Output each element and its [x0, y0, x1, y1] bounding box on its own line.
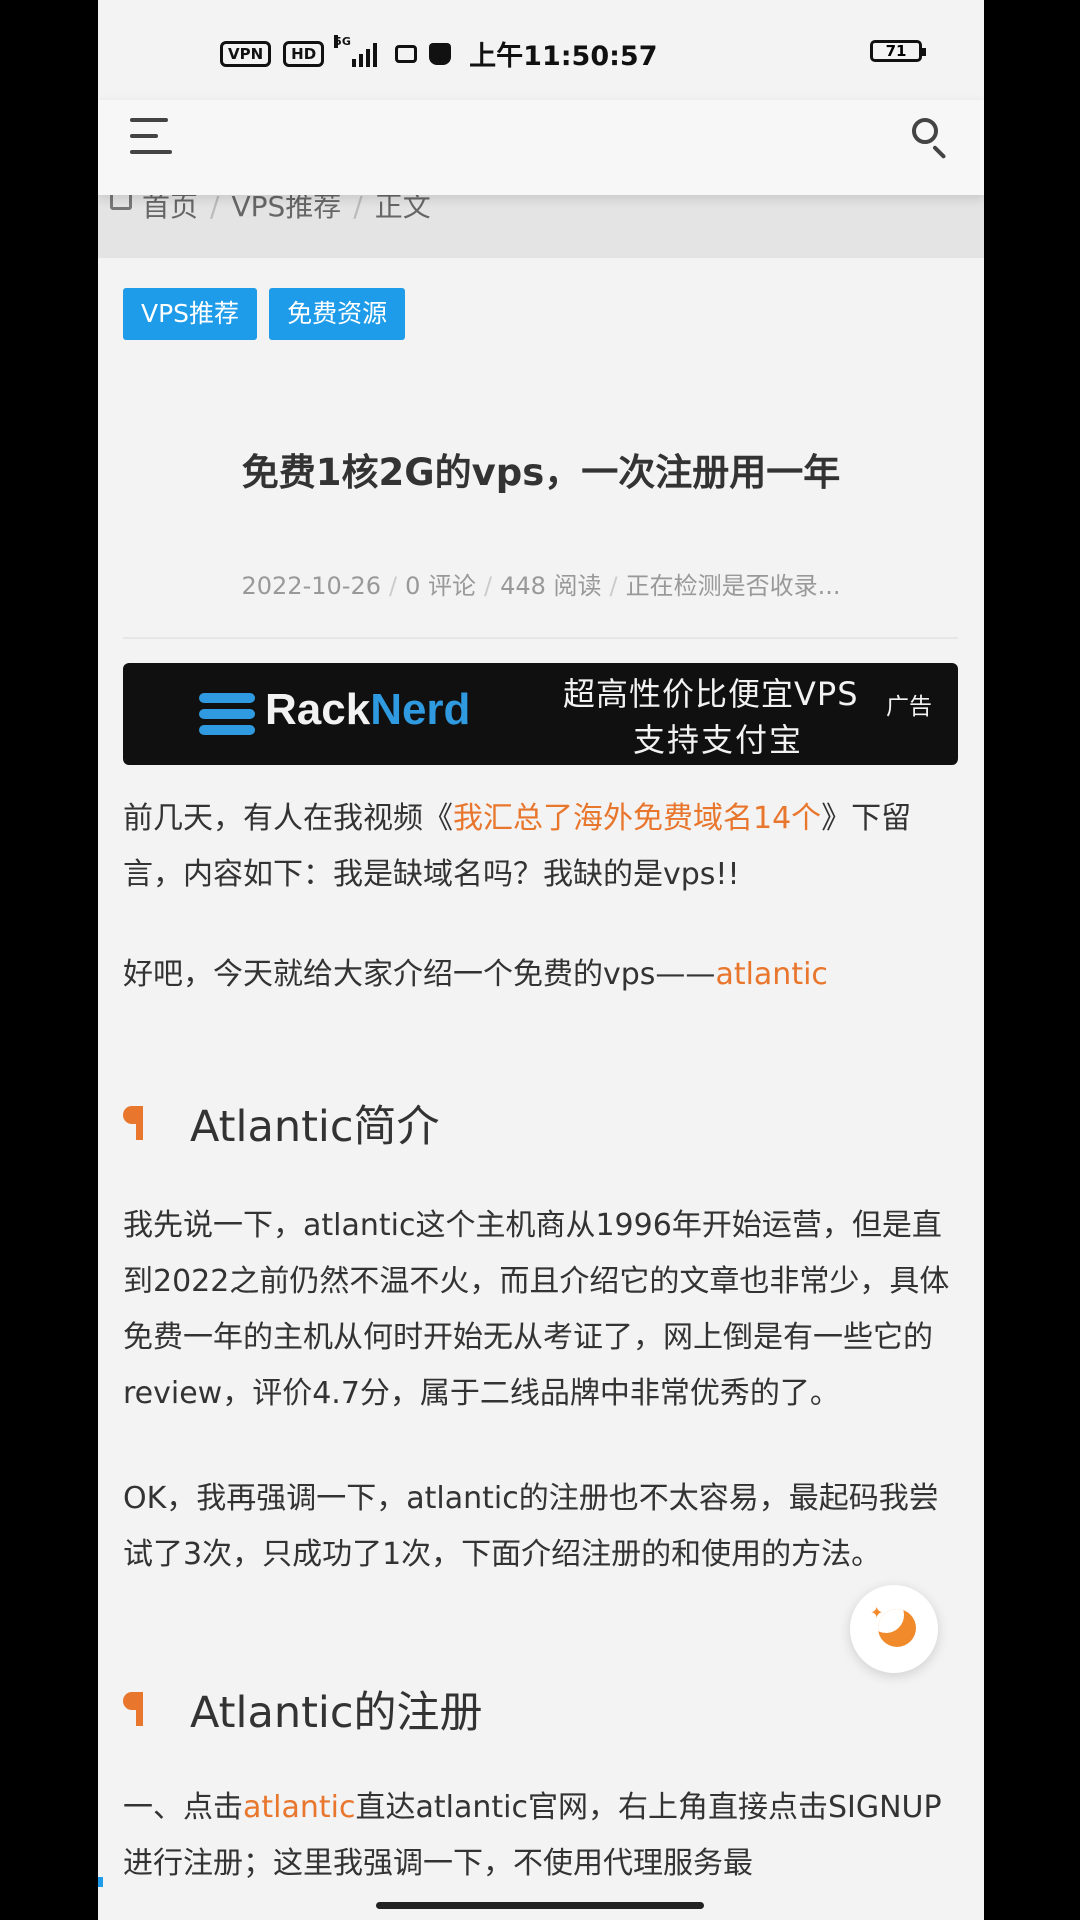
hd-icon: HD: [283, 40, 325, 67]
ad-brand: RackNerd: [265, 685, 471, 734]
paragraph-2: 好吧，今天就给大家介绍一个免费的vps——atlantic: [123, 957, 828, 992]
status-bar: VPN HD 5G 上午11:50:57 71: [98, 0, 984, 100]
breadcrumb-category[interactable]: VPS推荐: [231, 190, 341, 224]
paragraph-1: 前几天，有人在我视频《我汇总了海外免费域名14个》下留言，内容如下：我是缺域名吗…: [123, 801, 912, 892]
link-free-domains[interactable]: 我汇总了海外免费域名14个: [453, 801, 821, 836]
tag-vps[interactable]: VPS推荐: [123, 288, 258, 340]
vpn-icon: VPN: [220, 40, 272, 67]
heading-atlantic-intro: Atlantic简介: [123, 1092, 440, 1154]
breadcrumb-separator: /: [210, 190, 220, 223]
paragraph-4: OK，我再强调一下，atlantic的注册也不太容易，最起码我尝试了3次，只成功…: [123, 1481, 939, 1572]
home-indicator[interactable]: [376, 1902, 704, 1909]
night-mode-icon: [878, 1609, 916, 1647]
phone-screen: VPN HD 5G 上午11:50:57 71 首页 / VPS推荐 / 正文: [98, 0, 984, 1920]
heading-atlantic-register: Atlantic的注册: [123, 1678, 483, 1740]
top-navbar: [98, 100, 984, 195]
breadcrumb-current: 正文: [374, 190, 431, 223]
scroll-marker: [98, 1877, 103, 1887]
divider: [123, 637, 958, 639]
menu-icon[interactable]: [130, 114, 174, 158]
link-atlantic-site[interactable]: atlantic: [243, 1790, 355, 1825]
network-label: 5G: [334, 34, 351, 48]
ad-subline: 支持支付宝: [633, 721, 804, 759]
signal-icon: 5G: [334, 34, 378, 67]
breadcrumb-home[interactable]: 首页: [142, 190, 198, 224]
post-date: 2022-10-26: [241, 572, 381, 600]
status-icons: VPN HD 5G 上午11:50:57: [220, 34, 658, 73]
search-icon[interactable]: [912, 118, 948, 160]
post-title: 免费1核2G的vps，一次注册用一年: [241, 451, 841, 494]
post-tags: VPS推荐 免费资源: [123, 288, 406, 340]
paragraph-3: 我先说一下，atlantic这个主机商从1996年开始运营，但是直到2022之前…: [123, 1208, 950, 1411]
clock: 上午11:50:57: [469, 41, 658, 72]
ad-badge: 广告: [886, 694, 932, 720]
cat-icon: [429, 42, 452, 65]
pilcrow-icon: [123, 1106, 145, 1140]
link-atlantic[interactable]: atlantic: [715, 957, 827, 992]
breadcrumb: 首页 / VPS推荐 / 正文: [98, 190, 984, 258]
ad-headline: 超高性价比便宜VPS: [563, 675, 859, 713]
post-comments[interactable]: 0 评论: [405, 572, 476, 600]
ad-banner[interactable]: RackNerd 超高性价比便宜VPS 支持支付宝 广告: [123, 663, 958, 765]
breadcrumb-separator: /: [353, 190, 363, 223]
racknerd-logo-icon: [199, 693, 255, 735]
night-mode-button[interactable]: ✦: [850, 1585, 938, 1673]
battery-icon: 71: [870, 40, 926, 62]
pilcrow-icon: [123, 1692, 145, 1726]
paragraph-5: 一、点击atlantic直达atlantic官网，右上角直接点击SIGNUP 进…: [123, 1790, 942, 1881]
post-meta: 2022-10-26/0 评论/448 阅读 / 正在检测是否收录...: [241, 572, 841, 600]
tv-icon: [395, 44, 418, 63]
post-index-status: 正在检测是否收录...: [625, 572, 841, 600]
post-reads: 448 阅读: [500, 572, 602, 600]
tag-free-resources[interactable]: 免费资源: [269, 288, 406, 340]
